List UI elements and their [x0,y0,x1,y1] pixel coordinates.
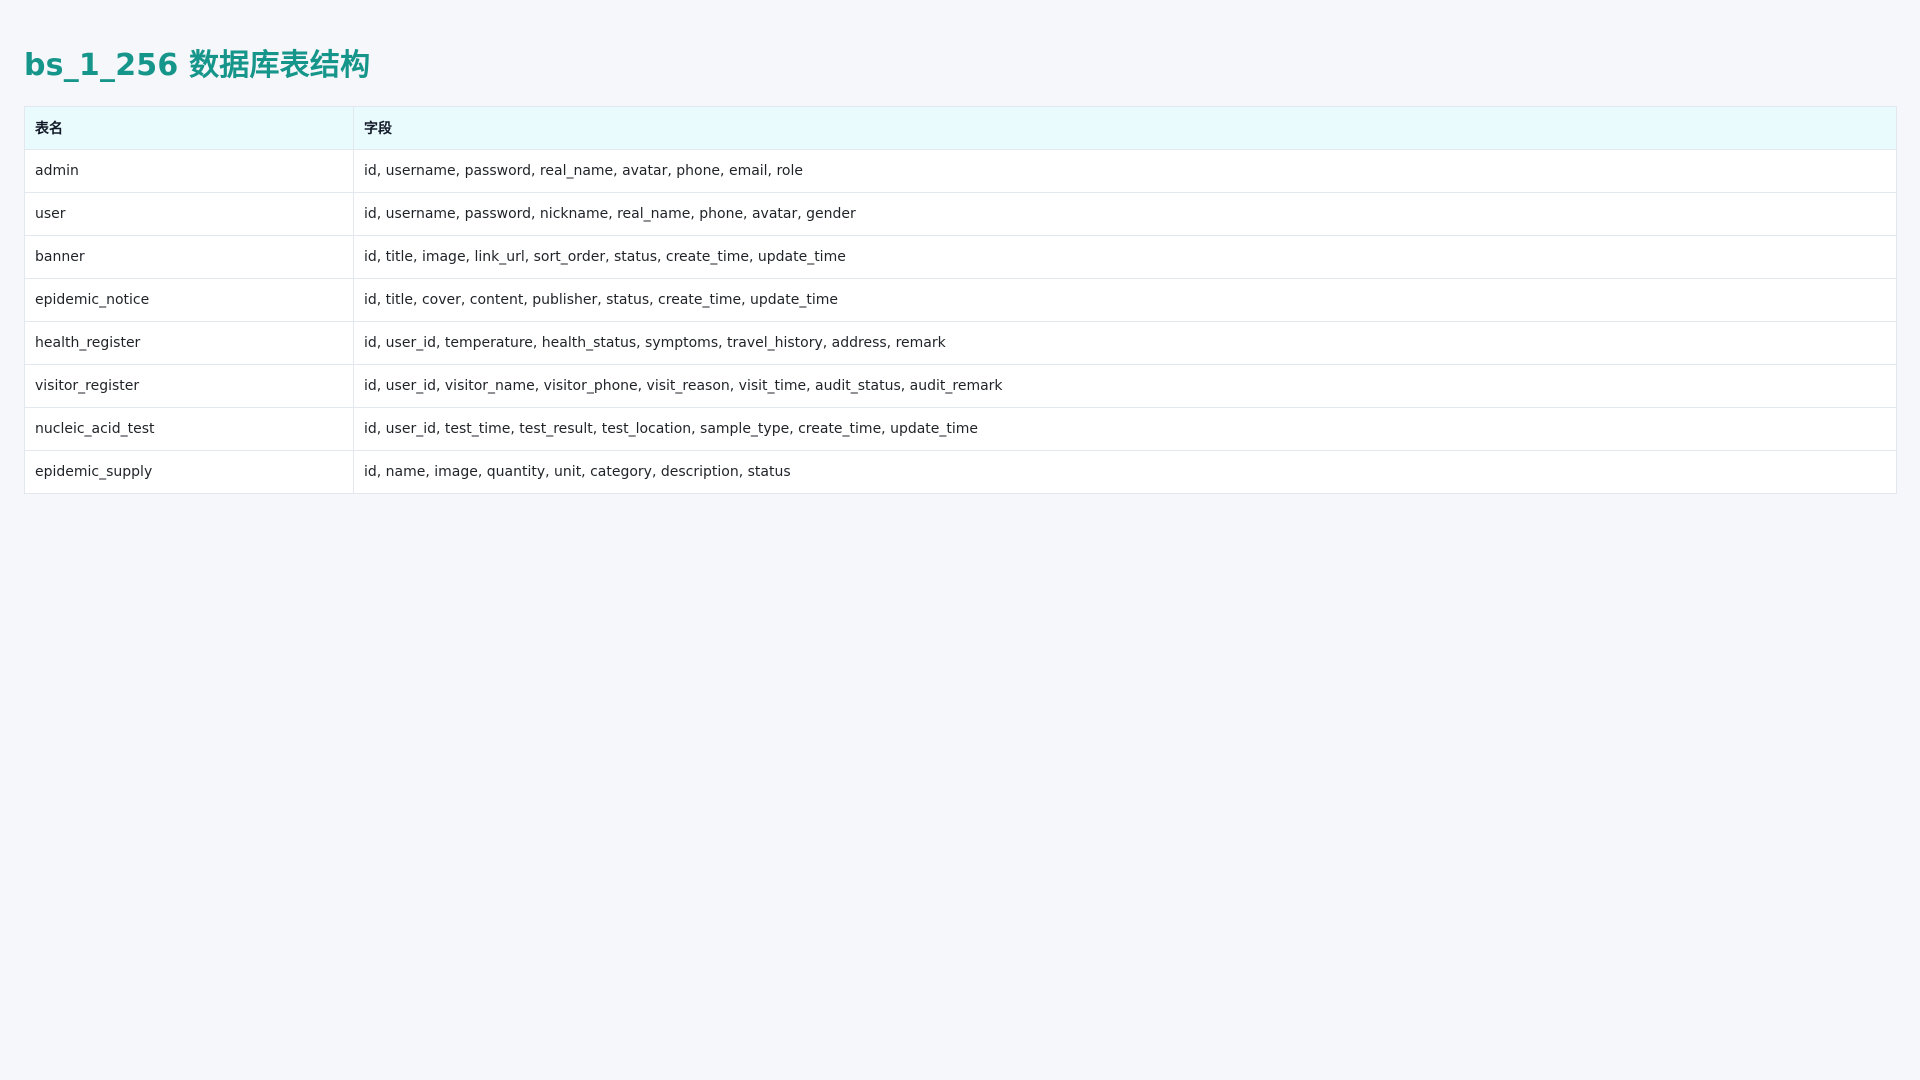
table-name-cell: nucleic_acid_test [24,407,354,451]
fields-cell: id, title, cover, content, publisher, st… [353,278,1897,322]
page: bs_1_256 数据库表结构 表名 字段 admin id, username… [0,0,1920,1080]
table-header-row: 表名 字段 [24,106,1897,150]
table-row: nucleic_acid_test id, user_id, test_time… [24,407,1897,451]
table-name-cell: banner [24,235,354,279]
fields-cell: id, user_id, visitor_name, visitor_phone… [353,364,1897,408]
column-header-table-name: 表名 [24,106,354,150]
table-row: epidemic_notice id, title, cover, conten… [24,278,1897,322]
table-name-cell: user [24,192,354,236]
table-row: visitor_register id, user_id, visitor_na… [24,364,1897,408]
table-name-cell: epidemic_supply [24,450,354,494]
table-name-cell: epidemic_notice [24,278,354,322]
table-row: user id, username, password, nickname, r… [24,192,1897,236]
table-header: 表名 字段 [24,106,1897,150]
schema-table: 表名 字段 admin id, username, password, real… [24,106,1897,494]
table-name-cell: admin [24,149,354,193]
fields-cell: id, username, password, real_name, avata… [353,149,1897,193]
fields-cell: id, user_id, test_time, test_result, tes… [353,407,1897,451]
table-name-cell: visitor_register [24,364,354,408]
fields-cell: id, user_id, temperature, health_status,… [353,321,1897,365]
table-row: health_register id, user_id, temperature… [24,321,1897,365]
table-row: banner id, title, image, link_url, sort_… [24,235,1897,279]
table-body: admin id, username, password, real_name,… [24,149,1897,494]
table-row: epidemic_supply id, name, image, quantit… [24,450,1897,494]
page-title: bs_1_256 数据库表结构 [24,48,371,83]
fields-cell: id, username, password, nickname, real_n… [353,192,1897,236]
fields-cell: id, name, image, quantity, unit, categor… [353,450,1897,494]
column-header-fields: 字段 [353,106,1897,150]
table-row: admin id, username, password, real_name,… [24,149,1897,193]
fields-cell: id, title, image, link_url, sort_order, … [353,235,1897,279]
table-name-cell: health_register [24,321,354,365]
